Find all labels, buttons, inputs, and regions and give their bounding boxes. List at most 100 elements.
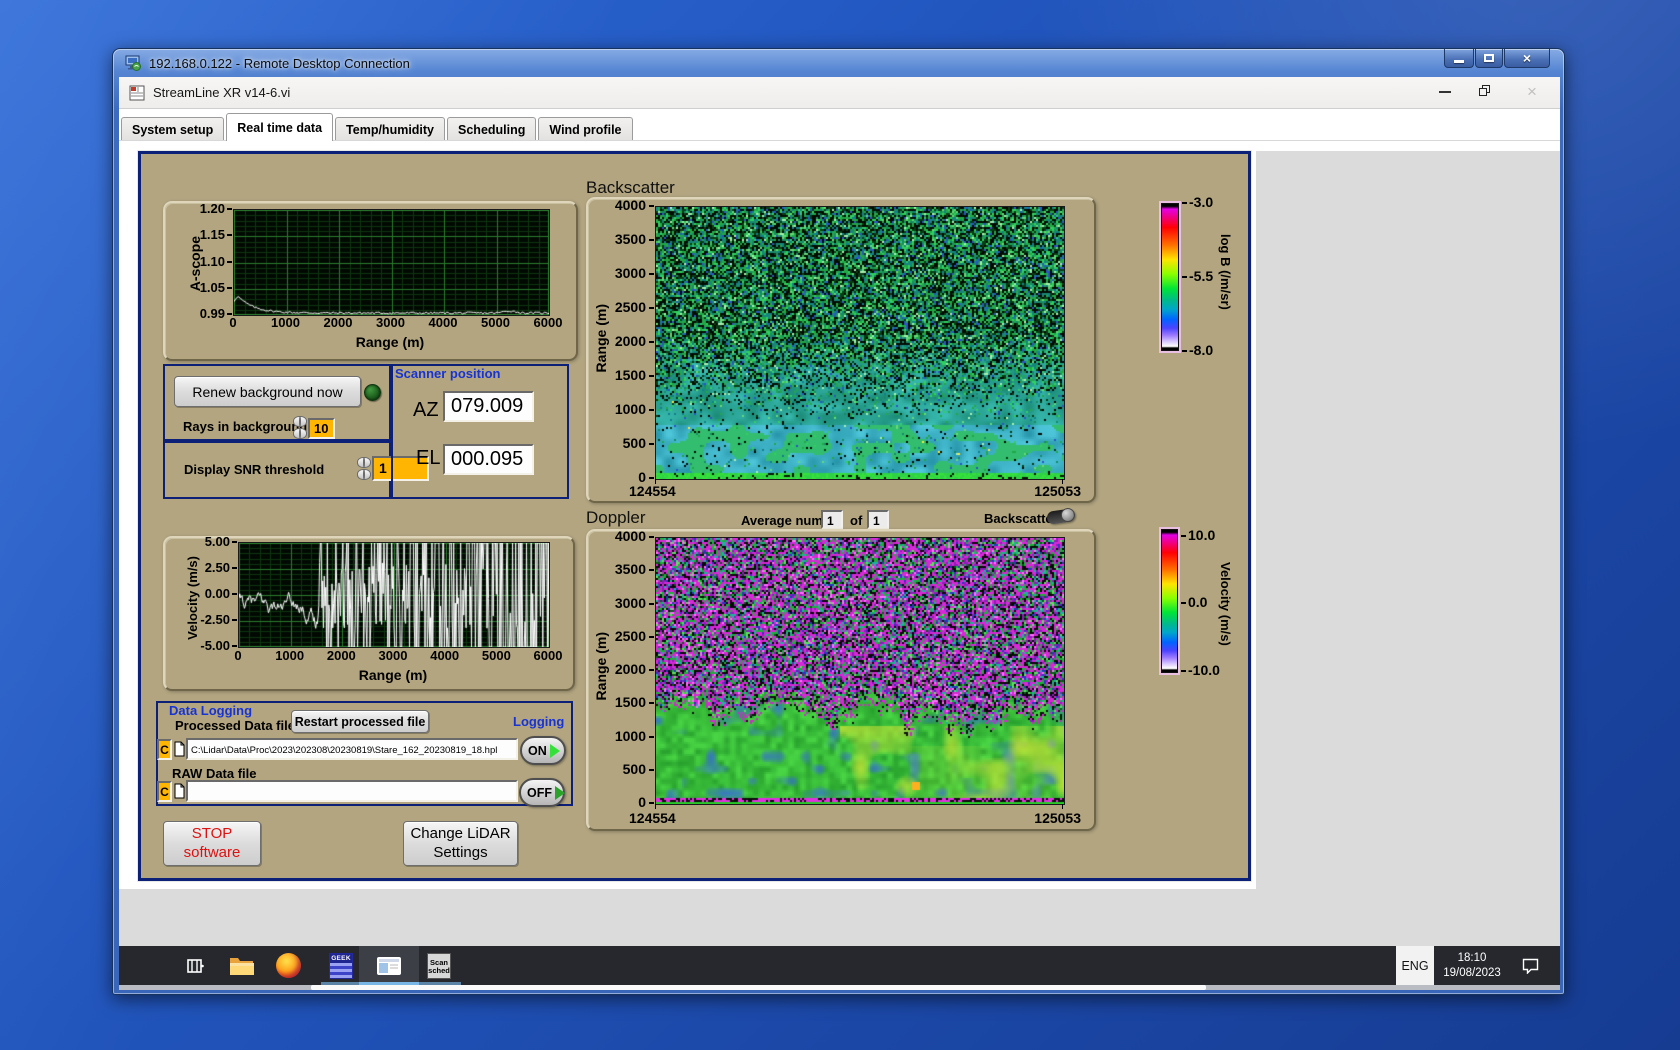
- tab-wind-profile[interactable]: Wind profile: [538, 117, 632, 141]
- el-value-field[interactable]: 000.095: [443, 444, 534, 475]
- notification-center-button[interactable]: [1513, 946, 1547, 985]
- tab-system-setup[interactable]: System setup: [121, 117, 224, 141]
- file-explorer-button[interactable]: [223, 946, 259, 985]
- backscatter-ylabel: Range (m): [593, 304, 609, 372]
- tick-label: 2.50: [205, 561, 230, 575]
- tick-mark: [227, 234, 232, 236]
- task-view-icon: [185, 956, 205, 976]
- rdp-titlebar[interactable]: 192.168.0.122 - Remote Desktop Connectio…: [113, 49, 1564, 77]
- stop-line1: STOP: [192, 825, 233, 844]
- notification-icon: [1521, 957, 1540, 974]
- tick-mark: [649, 802, 654, 804]
- tick-mark: [649, 702, 654, 704]
- raw-logging-toggle-off[interactable]: OFF: [519, 778, 565, 807]
- app-titlebar[interactable]: StreamLine XR v14-6.vi: [119, 77, 1560, 109]
- average-number-field[interactable]: 1: [821, 510, 843, 529]
- renew-background-led: [364, 384, 381, 401]
- remote-app-taskbar-button[interactable]: [359, 946, 419, 985]
- rdp-horizontal-scrollbar[interactable]: [119, 985, 1560, 990]
- tick-label: 1500: [615, 695, 646, 710]
- doppler-colorbar: [1161, 529, 1178, 673]
- tab-scheduling[interactable]: Scheduling: [447, 117, 536, 141]
- tick-mark: [232, 541, 237, 543]
- rays-spinner[interactable]: [293, 416, 307, 439]
- main-panel: A-scope Range (m) Renew background now R…: [138, 151, 1251, 881]
- app-close-button[interactable]: ×: [1527, 82, 1537, 102]
- tab-divider: [119, 140, 1560, 141]
- tick-label: 4000: [430, 649, 459, 663]
- el-label: EL: [416, 447, 440, 470]
- tick-mark: [649, 239, 654, 241]
- doppler-cb-label: Velocity (m/s): [1218, 562, 1233, 646]
- backscatter-cb-tick-mid: -5.5: [1189, 269, 1213, 284]
- change-line2: Settings: [433, 844, 487, 863]
- tick-label: 1.10: [200, 255, 225, 269]
- remote-taskbar: GEEK Scansched ENG 18:10 19/08/2023: [119, 946, 1560, 985]
- snr-spinner[interactable]: [357, 457, 371, 480]
- geek-app-icon: GEEK: [329, 953, 353, 979]
- velocity-plot: [238, 542, 550, 648]
- tab-temp-humidity[interactable]: Temp/humidity: [335, 117, 445, 141]
- tick-label: 1.15: [200, 228, 225, 242]
- tick-label: -2.50: [200, 613, 230, 627]
- backscatter-toggle[interactable]: [1046, 508, 1076, 525]
- backscatter-heatmap: [655, 206, 1065, 480]
- tick-label: 0: [234, 649, 241, 663]
- firefox-button[interactable]: [270, 946, 306, 985]
- tick-label: 5.00: [205, 535, 230, 549]
- raw-drive-selector[interactable]: C: [157, 781, 172, 802]
- logging-label: Logging: [513, 714, 564, 729]
- velocity-xlabel: Range (m): [359, 668, 427, 683]
- backscatter-time-start: 124554: [629, 484, 676, 499]
- app-background-bottom: [119, 889, 1560, 946]
- language-indicator[interactable]: ENG: [1396, 946, 1434, 985]
- processed-drive-selector[interactable]: C: [157, 739, 172, 760]
- rdp-window-title: 192.168.0.122 - Remote Desktop Connectio…: [149, 56, 410, 71]
- tick-mark: [649, 477, 654, 479]
- raw-data-file-label: RAW Data file: [172, 766, 257, 781]
- app-minimize-button[interactable]: [1439, 91, 1451, 93]
- taskbar-clock[interactable]: 18:10 19/08/2023: [1437, 946, 1507, 985]
- rdp-minimize-button[interactable]: [1444, 49, 1474, 68]
- tick-mark: [649, 375, 654, 377]
- tick-label: 5000: [482, 649, 511, 663]
- tick-mark: [649, 273, 654, 275]
- tick-label: 500: [623, 436, 646, 451]
- processed-logging-toggle-on[interactable]: ON: [520, 736, 566, 765]
- app-restore-button[interactable]: [1479, 85, 1491, 96]
- az-value-field[interactable]: 079.009: [443, 391, 534, 422]
- rdp-scrollbar-thumb[interactable]: [311, 985, 1206, 990]
- tick-label: 2000: [615, 334, 646, 349]
- tick-mark: [227, 208, 232, 210]
- rdp-maximize-button[interactable]: [1475, 49, 1503, 68]
- file-explorer-icon: [229, 955, 254, 976]
- tab-real-time-data[interactable]: Real time data: [226, 113, 333, 141]
- restart-processed-file-button[interactable]: Restart processed file: [291, 710, 429, 733]
- velocity-ylabel: Velocity (m/s): [185, 556, 200, 640]
- of-label: of: [850, 513, 862, 528]
- scanner-position-box: [391, 364, 569, 499]
- rdp-close-button[interactable]: ×: [1504, 49, 1550, 68]
- renew-background-button[interactable]: Renew background now: [174, 376, 361, 407]
- average-count-field[interactable]: 1: [867, 510, 889, 529]
- on-label: ON: [528, 744, 547, 758]
- rays-in-background-field[interactable]: 10: [308, 418, 335, 439]
- stop-software-button[interactable]: STOP software: [163, 821, 261, 866]
- raw-file-icon: [174, 783, 185, 799]
- tick-mark: [232, 619, 237, 621]
- task-view-button[interactable]: [177, 946, 213, 985]
- labview-vi-icon: [129, 85, 145, 101]
- change-line1: Change LiDAR: [410, 825, 510, 844]
- tick-label: 2000: [615, 662, 646, 677]
- desktop: 192.168.0.122 - Remote Desktop Connectio…: [0, 0, 1680, 1050]
- backscatter-colorbar: [1161, 203, 1179, 351]
- raw-path-field[interactable]: [186, 780, 518, 802]
- change-lidar-settings-button[interactable]: Change LiDAR Settings: [403, 821, 518, 866]
- scan-scheduler-button[interactable]: Scansched: [419, 946, 459, 985]
- processed-path-field[interactable]: C:\Lidar\Data\Proc\2023\202308\20230819\…: [186, 738, 518, 760]
- tick-mark: [649, 205, 654, 207]
- tick-label: 2000: [327, 649, 356, 663]
- off-led-arrow: [555, 786, 565, 800]
- tick-label: 0: [638, 470, 646, 485]
- geek-app-button[interactable]: GEEK: [323, 946, 359, 985]
